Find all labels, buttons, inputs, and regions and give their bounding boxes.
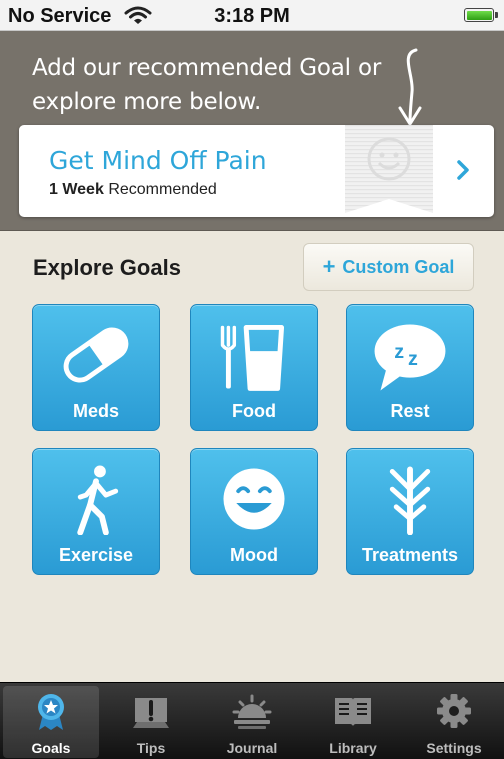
book-icon: [335, 698, 371, 726]
tab-label: Library: [329, 740, 377, 756]
goal-tile-rest[interactable]: z z Rest: [346, 304, 474, 431]
tips-exclamation-icon: [133, 698, 169, 728]
tab-goals[interactable]: Goals: [3, 686, 99, 758]
tile-label: Mood: [230, 545, 278, 565]
sunrise-icon: [232, 694, 272, 729]
tab-label: Journal: [226, 740, 278, 756]
tab-tips[interactable]: Tips: [103, 686, 199, 758]
tab-bar: Goals Tips Journal Library Settings: [0, 682, 504, 759]
goal-tile-exercise[interactable]: Exercise: [32, 448, 160, 575]
ribbon-badge-icon: [345, 125, 433, 213]
tile-label: Treatments: [361, 545, 459, 565]
tab-label: Settings: [426, 740, 482, 756]
fork-glass-icon: [220, 324, 285, 391]
tile-label: Food: [232, 401, 276, 421]
chevron-right-icon: [457, 160, 469, 180]
gear-icon: [437, 694, 471, 728]
tile-label: Meds: [72, 401, 119, 421]
tab-label: Goals: [31, 740, 71, 756]
svg-text:z: z: [394, 341, 404, 363]
recommended-goal-title: Get Mind Off Pain: [49, 146, 267, 175]
tab-library[interactable]: Library: [305, 686, 401, 758]
badge-star-icon: [38, 694, 64, 730]
goal-tile-meds[interactable]: Meds: [32, 304, 160, 431]
recommended-goal-card[interactable]: Get Mind Off Pain 1 Week Recommended: [19, 125, 494, 217]
sleep-bubble-icon: z z: [374, 324, 446, 391]
section-title: Explore Goals: [33, 255, 181, 280]
branch-icon: [389, 466, 431, 535]
goal-tile-mood[interactable]: Mood: [190, 448, 318, 575]
tab-settings[interactable]: Settings: [406, 686, 502, 758]
plus-icon: +: [322, 254, 336, 279]
svg-text:z: z: [408, 348, 418, 370]
banner-text: Add our recommended Goal or explore more…: [32, 55, 382, 115]
status-bar: No Service 3:18 PM: [0, 0, 504, 31]
custom-goal-button[interactable]: + Custom Goal: [303, 243, 474, 291]
tab-journal[interactable]: Journal: [204, 686, 300, 758]
smiley-icon: [223, 468, 285, 530]
recommended-banner: Add our recommended Goal or explore more…: [0, 31, 504, 231]
recommended-goal-duration: 1 Week Recommended: [49, 181, 217, 198]
tile-label: Rest: [390, 401, 430, 421]
arrow-down-icon: [398, 48, 422, 126]
pill-icon: [63, 327, 129, 383]
goal-tile-food[interactable]: Food: [190, 304, 318, 431]
battery-icon: [464, 8, 498, 22]
tile-label: Exercise: [58, 545, 134, 565]
walking-person-icon: [77, 465, 119, 535]
goal-tile-treatments[interactable]: Treatments: [346, 448, 474, 575]
clock: 3:18 PM: [214, 5, 290, 27]
custom-goal-label: Custom Goal: [342, 256, 455, 277]
tab-label: Tips: [136, 740, 166, 756]
